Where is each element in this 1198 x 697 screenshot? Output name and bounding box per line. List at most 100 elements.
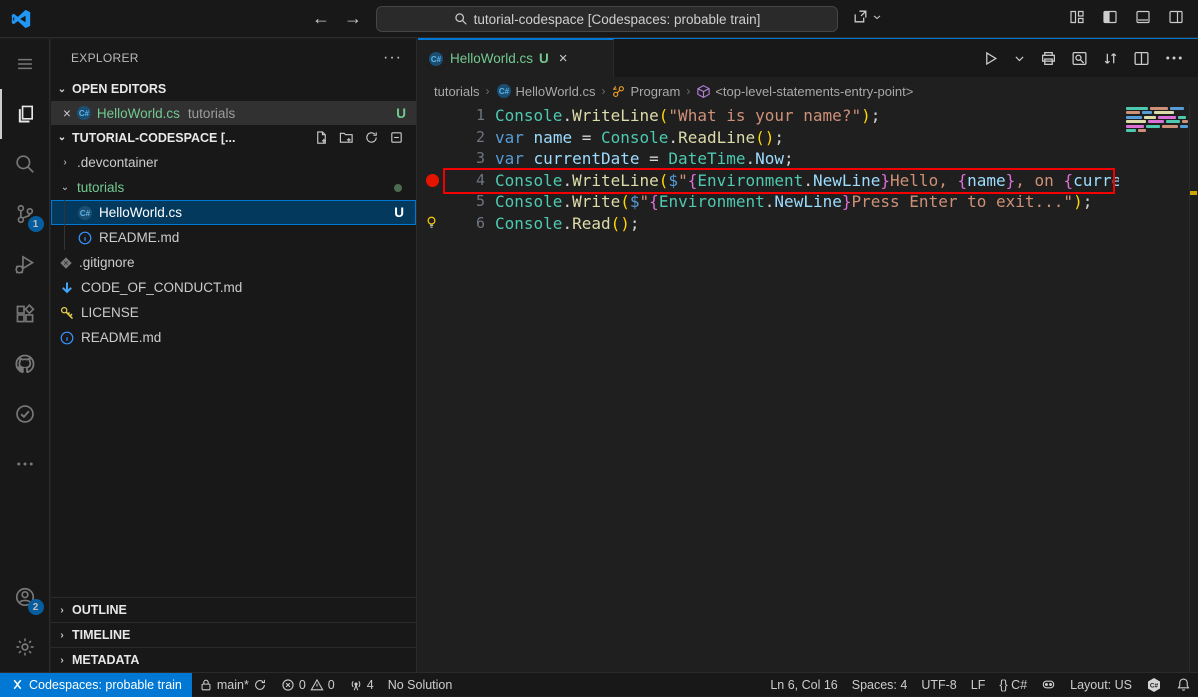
open-editor-description: tutorials <box>188 106 235 121</box>
open-editors-header[interactable]: ⌄ OPEN EDITORS <box>51 77 416 101</box>
minimap-segment <box>1162 125 1178 128</box>
activity-item-settings[interactable] <box>0 622 50 672</box>
section-label: METADATA <box>72 653 139 667</box>
activity-item-more[interactable] <box>0 439 50 489</box>
toggle-panel-icon[interactable] <box>1135 9 1151 25</box>
overview-ruler[interactable] <box>1189 105 1198 673</box>
status-cursor-position[interactable]: Ln 6, Col 16 <box>763 673 844 697</box>
code-line[interactable]: 3var currentDate = DateTime.Now; <box>418 148 1198 170</box>
open-remote-menu[interactable] <box>852 8 883 25</box>
activity-item-explorer[interactable] <box>0 89 50 139</box>
activity-item-search[interactable] <box>0 139 50 189</box>
breadcrumb-item[interactable]: C#HelloWorld.cs <box>496 83 596 99</box>
breadcrumb-item[interactable]: <top-level-statements-entry-point> <box>696 84 913 99</box>
toggle-secondary-sidebar-icon[interactable] <box>1168 9 1184 25</box>
status-notifications[interactable] <box>1169 673 1198 697</box>
gutter[interactable]: 6 <box>418 213 495 235</box>
breadcrumb-item[interactable]: Program <box>611 84 680 99</box>
status-problems[interactable]: 00 <box>274 673 342 697</box>
close-icon[interactable]: × <box>559 50 568 67</box>
status-copilot[interactable] <box>1034 673 1063 697</box>
breadcrumb-separator: › <box>486 84 490 98</box>
status-csharp-status[interactable]: C# <box>1139 673 1169 697</box>
activity-item-source-control[interactable]: 1 <box>0 189 50 239</box>
workspace-root-header[interactable]: ⌄ TUTORIAL-CODESPACE [... <box>51 125 416 150</box>
tab-helloworld[interactable]: C# HelloWorld.cs U × <box>418 39 614 77</box>
modified-marker <box>1190 191 1197 195</box>
status-branch[interactable]: main* <box>192 673 274 697</box>
tree-item--gitignore[interactable]: .gitignore <box>51 250 416 275</box>
status-eol[interactable]: LF <box>964 673 993 697</box>
code-line[interactable]: 4Console.WriteLine($"{Environment.NewLin… <box>418 170 1198 192</box>
section-timeline[interactable]: ›TIMELINE <box>51 622 416 647</box>
tree-item-readme-md[interactable]: README.md <box>51 325 416 350</box>
code-line[interactable]: 6Console.Read(); <box>418 213 1198 235</box>
activity-item-github[interactable] <box>0 339 50 389</box>
tree-item-tutorials[interactable]: ⌄tutorials <box>51 175 416 200</box>
chevron-right-icon: › <box>55 630 69 641</box>
activity-item-extensions[interactable] <box>0 289 50 339</box>
refresh-icon[interactable] <box>364 130 379 145</box>
tree-item-code-of-conduct-md[interactable]: CODE_OF_CONDUCT.md <box>51 275 416 300</box>
section-metadata[interactable]: ›METADATA <box>51 647 416 672</box>
collapse-all-icon[interactable] <box>389 130 404 145</box>
code-line[interactable]: 1Console.WriteLine("What is your name?")… <box>418 105 1198 127</box>
toggle-primary-sidebar-icon[interactable] <box>1102 9 1118 25</box>
status-language-mode[interactable]: {} C# <box>992 673 1034 697</box>
untracked-badge: U <box>394 205 404 220</box>
lock-icon <box>199 678 213 692</box>
section-outline[interactable]: ›OUTLINE <box>51 597 416 622</box>
gutter[interactable]: 5 <box>418 191 495 213</box>
breadcrumb-item[interactable]: tutorials <box>434 84 480 99</box>
minimap[interactable] <box>1126 105 1188 673</box>
minimap-segment <box>1170 107 1184 110</box>
print-icon[interactable] <box>1040 50 1057 67</box>
code-line[interactable]: 2var name = Console.ReadLine(); <box>418 127 1198 149</box>
status-ports[interactable]: 4 <box>342 673 381 697</box>
open-editor-item[interactable]: ×C#HelloWorld.cstutorialsU <box>51 101 416 125</box>
gutter[interactable]: 3 <box>418 148 495 170</box>
split-editor-icon[interactable] <box>1133 50 1150 67</box>
status-remote-indicator[interactable]: Codespaces: probable train <box>0 673 192 697</box>
activity-item-menu[interactable] <box>0 39 50 89</box>
tree-item-readme-md[interactable]: README.md <box>51 225 416 250</box>
line-number[interactable]: 3 <box>476 148 485 170</box>
status-solution[interactable]: No Solution <box>381 673 460 697</box>
line-number[interactable]: 6 <box>476 213 485 235</box>
new-folder-icon[interactable] <box>339 130 354 145</box>
code-area[interactable]: 1Console.WriteLine("What is your name?")… <box>418 105 1198 673</box>
lightbulb-icon[interactable] <box>424 215 439 230</box>
gutter[interactable]: 2 <box>418 127 495 149</box>
command-center-search[interactable]: tutorial-codespace [Codespaces: probable… <box>376 6 838 32</box>
minimap-segment <box>1166 120 1180 123</box>
code-line[interactable]: 5Console.Write($"{Environment.NewLine}Pr… <box>418 191 1198 213</box>
activity-item-run-debug[interactable] <box>0 239 50 289</box>
new-file-icon[interactable] <box>314 130 329 145</box>
line-number[interactable]: 1 <box>476 105 485 127</box>
status-label: 0 <box>328 678 335 692</box>
close-icon[interactable]: × <box>63 106 71 121</box>
activity-item-accounts[interactable]: 2 <box>0 572 50 622</box>
tree-item--devcontainer[interactable]: ›.devcontainer <box>51 150 416 175</box>
preview-search-icon[interactable] <box>1071 50 1088 67</box>
nav-back-icon[interactable]: ← <box>312 8 330 29</box>
ellipsis-icon[interactable] <box>1164 48 1184 68</box>
line-number[interactable]: 5 <box>476 191 485 213</box>
gutter[interactable]: 4 <box>418 170 495 192</box>
line-number[interactable]: 4 <box>476 170 485 192</box>
tree-item-license[interactable]: LICENSE <box>51 300 416 325</box>
status-encoding[interactable]: UTF-8 <box>914 673 963 697</box>
customize-layout-icon[interactable] <box>1069 9 1085 25</box>
breakpoint-icon[interactable] <box>426 174 439 187</box>
activity-item-testing[interactable] <box>0 389 50 439</box>
nav-forward-icon[interactable]: → <box>344 8 362 29</box>
status-indentation[interactable]: Spaces: 4 <box>845 673 915 697</box>
explorer-more-actions[interactable]: ··· <box>383 49 402 67</box>
run-icon[interactable] <box>982 50 999 67</box>
compare-changes-icon[interactable] <box>1102 50 1119 67</box>
status-keyboard-layout[interactable]: Layout: US <box>1063 673 1139 697</box>
gutter[interactable]: 1 <box>418 105 495 127</box>
chevron-down-icon[interactable] <box>1013 52 1026 65</box>
line-number[interactable]: 2 <box>476 127 485 149</box>
tree-item-helloworld-cs[interactable]: C#HelloWorld.csU <box>51 200 416 225</box>
